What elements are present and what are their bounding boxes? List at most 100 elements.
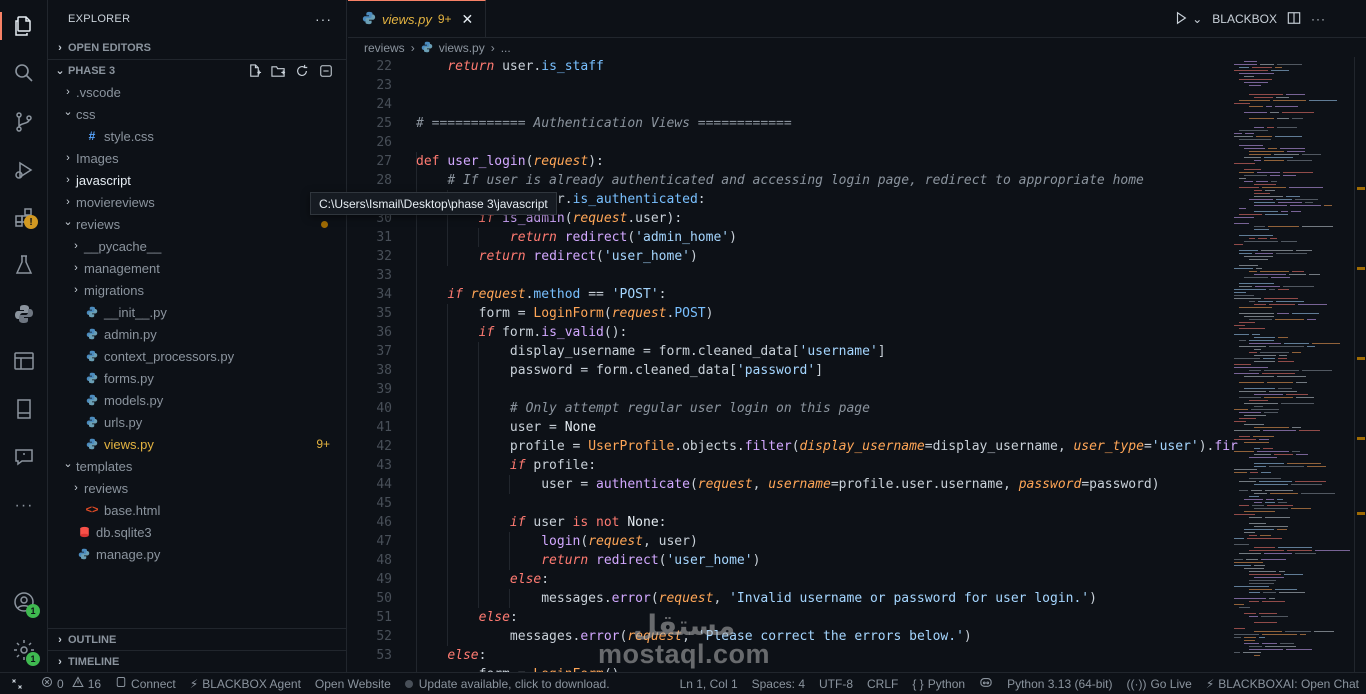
tree-file[interactable]: context_processors.py xyxy=(48,345,346,367)
tree-file[interactable]: # style.css xyxy=(48,125,346,147)
explorer-icon[interactable] xyxy=(0,6,48,46)
notebook-icon[interactable] xyxy=(0,389,48,429)
tree-file[interactable]: models.py xyxy=(48,389,346,411)
minimap-line xyxy=(1257,172,1280,173)
encoding[interactable]: UTF-8 xyxy=(812,673,860,694)
minimap-line xyxy=(1245,133,1254,134)
minimap-line xyxy=(1239,307,1272,308)
extensions-icon[interactable]: ! xyxy=(0,198,48,238)
minimap-line xyxy=(1239,187,1259,188)
update-item[interactable]: Update available, click to download. xyxy=(398,673,617,694)
explorer-more-button[interactable]: ··· xyxy=(315,11,332,27)
connect-item[interactable]: Connect xyxy=(108,673,183,694)
project-section[interactable]: ⌄ PHASE 3 xyxy=(48,59,346,81)
copilot-item[interactable] xyxy=(972,673,1000,694)
settings-gear-icon[interactable]: 1 xyxy=(0,630,48,670)
open-editors-section[interactable]: › OPEN EDITORS xyxy=(48,37,346,59)
indentation[interactable]: Spaces: 4 xyxy=(745,673,812,694)
problems-indicator[interactable]: 0 16 xyxy=(34,673,108,694)
minimap[interactable] xyxy=(1234,57,1354,672)
new-folder-icon[interactable] xyxy=(270,63,286,79)
minimap-line xyxy=(1284,574,1303,575)
tree-folder[interactable]: ⌄ css xyxy=(48,103,346,125)
braces-icon: { } xyxy=(912,676,924,691)
tree-folder[interactable]: › moviereviews xyxy=(48,191,346,213)
minimap-line xyxy=(1252,505,1264,506)
blackbox-chat-item[interactable]: ⚡ BLACKBOXAI: Open Chat xyxy=(1199,673,1366,694)
collapse-all-icon[interactable] xyxy=(318,63,334,79)
minimap-line xyxy=(1278,361,1294,362)
tree-file[interactable]: admin.py xyxy=(48,323,346,345)
tree-folder[interactable]: ⌄ templates xyxy=(48,455,346,477)
minimap-line xyxy=(1279,355,1287,356)
tree-file[interactable]: forms.py xyxy=(48,367,346,389)
breadcrumb-file[interactable]: views.py xyxy=(439,41,485,55)
refresh-icon[interactable] xyxy=(294,63,310,79)
open-website-item[interactable]: Open Website xyxy=(308,673,398,694)
minimap-line xyxy=(1286,394,1308,395)
minimap-line xyxy=(1239,139,1271,140)
source-control-icon[interactable] xyxy=(0,102,48,142)
tree-file[interactable]: __init__.py xyxy=(48,301,346,323)
minimap-line xyxy=(1261,559,1286,560)
tab-views-py[interactable]: views.py 9+ ✕ xyxy=(348,0,487,37)
watermark-arabic: مستقل xyxy=(632,609,736,642)
remote-indicator[interactable] xyxy=(0,673,34,694)
tree-file[interactable]: <> base.html xyxy=(48,499,346,521)
accounts-icon[interactable]: 1 xyxy=(0,582,48,622)
minimap-line xyxy=(1254,394,1283,395)
tree-folder[interactable]: › Images xyxy=(48,147,346,169)
run-debug-icon[interactable] xyxy=(0,150,48,190)
minimap-line xyxy=(1302,154,1321,155)
tree-file[interactable]: manage.py xyxy=(48,543,346,565)
tree-file[interactable]: urls.py xyxy=(48,411,346,433)
run-dropdown-chevron-icon[interactable]: ⌄ xyxy=(1192,12,1202,26)
breadcrumb-symbols[interactable]: ... xyxy=(501,41,511,55)
chevron-right-icon: › xyxy=(74,284,78,296)
search-icon[interactable] xyxy=(0,53,48,93)
tree-item-label: __pycache__ xyxy=(84,238,162,254)
vertical-scrollbar[interactable] xyxy=(1354,57,1366,672)
language-mode[interactable]: { } Python xyxy=(905,673,972,694)
more-views-icon[interactable]: ··· xyxy=(0,486,48,526)
tree-folder[interactable]: › __pycache__ xyxy=(48,235,346,257)
tree-folder[interactable]: ⌄ reviews xyxy=(48,213,346,235)
split-editor-icon[interactable] xyxy=(1287,11,1301,28)
code-line-28: # If user is already authenticated and a… xyxy=(447,173,1144,188)
run-icon[interactable] xyxy=(1174,11,1188,28)
minimap-line xyxy=(1265,502,1275,503)
more-actions-icon[interactable]: ··· xyxy=(1311,12,1326,26)
timeline-section[interactable]: › TIMELINE xyxy=(48,650,347,672)
tree-folder[interactable]: › javascript xyxy=(48,169,346,191)
code-line-27: def user_login(request): xyxy=(416,154,604,169)
python-interpreter[interactable]: Python 3.13 (64-bit) xyxy=(1000,673,1119,694)
breadcrumb-folder[interactable]: reviews xyxy=(364,41,405,55)
tab-close-icon[interactable]: ✕ xyxy=(462,11,474,28)
testing-icon[interactable] xyxy=(0,245,48,285)
python-icon[interactable] xyxy=(0,294,48,334)
code-line-34: if request.method == 'POST': xyxy=(447,287,667,302)
tree-folder[interactable]: › reviews xyxy=(48,477,346,499)
minimap-line xyxy=(1244,403,1278,404)
tree-file[interactable]: db.sqlite3 xyxy=(48,521,346,543)
minimap-line xyxy=(1249,199,1273,200)
minimap-line xyxy=(1291,484,1322,485)
tree-file[interactable]: views.py 9+ xyxy=(48,433,346,455)
blackbox-button[interactable]: BLACKBOX xyxy=(1212,12,1277,26)
line-number: 28 xyxy=(376,173,392,188)
outline-section[interactable]: › OUTLINE xyxy=(48,628,347,650)
cursor-position[interactable]: Ln 1, Col 1 xyxy=(673,673,745,694)
new-file-icon[interactable] xyxy=(246,63,262,79)
minimap-line xyxy=(1255,253,1273,254)
code-editor[interactable]: return user.is_staff # ============ Auth… xyxy=(348,57,1238,672)
tree-folder[interactable]: › migrations xyxy=(48,279,346,301)
tree-folder[interactable]: › management xyxy=(48,257,346,279)
go-live-item[interactable]: ((·)) Go Live xyxy=(1119,673,1198,694)
blackbox-agent-item[interactable]: ⚡ BLACKBOX Agent xyxy=(183,673,308,694)
end-of-line[interactable]: CRLF xyxy=(860,673,905,694)
tree-folder[interactable]: › .vscode xyxy=(48,81,346,103)
minimap-line xyxy=(1244,637,1256,638)
minimap-line xyxy=(1291,211,1301,212)
chat-icon[interactable] xyxy=(0,437,48,477)
remote-explorer-icon[interactable] xyxy=(0,341,48,381)
